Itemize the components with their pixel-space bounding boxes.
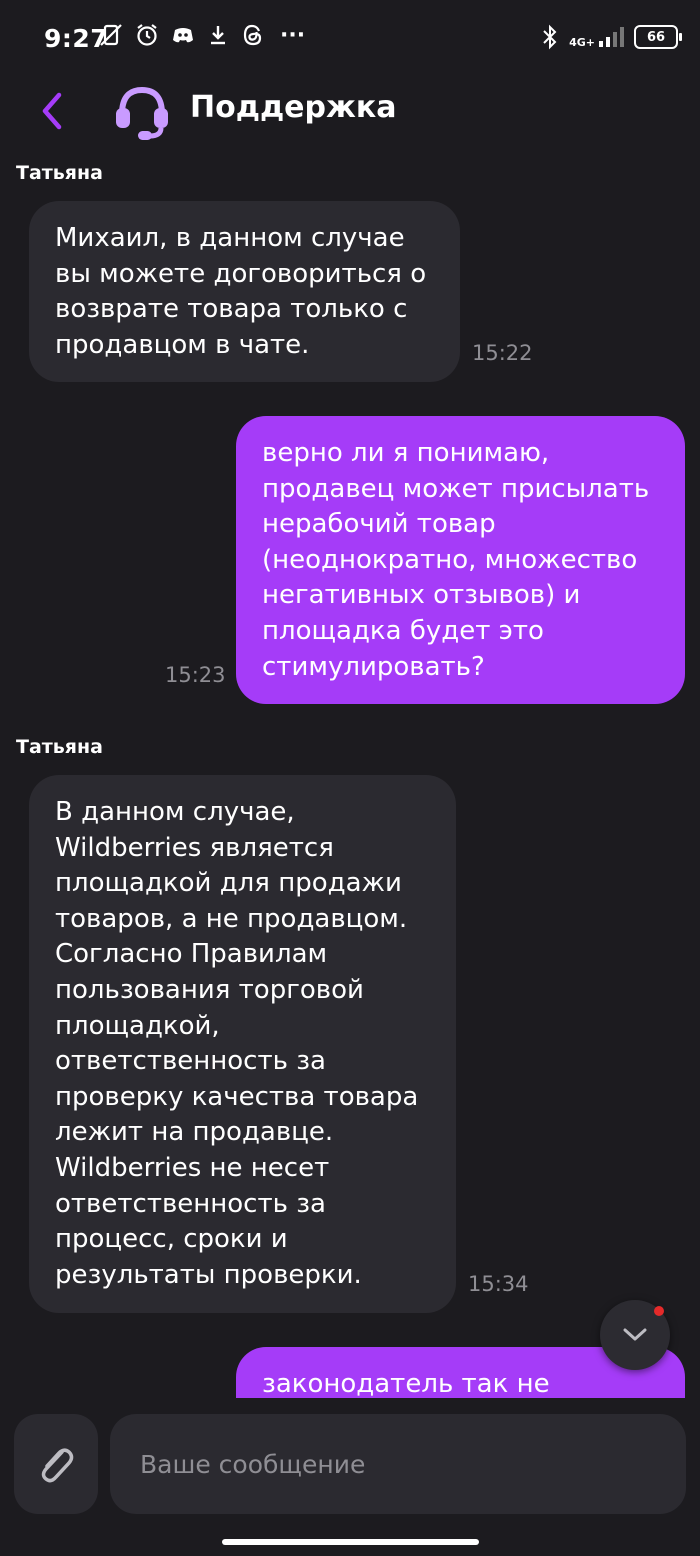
- back-button[interactable]: [30, 84, 74, 138]
- notification-icons: ···: [98, 22, 305, 48]
- threads-icon: [243, 24, 262, 46]
- home-indicator: [222, 1539, 479, 1545]
- alarm-icon: [137, 24, 157, 46]
- more-notifications: ···: [280, 22, 306, 48]
- unread-indicator: [654, 1306, 664, 1316]
- status-bar: 9:27 ··· 4G+ 66: [0, 0, 700, 78]
- paperclip-icon: [41, 1448, 74, 1483]
- message-sender: Татьяна: [16, 736, 103, 758]
- message-list[interactable]: Татьяна Михаил, в данном случае вы может…: [0, 150, 700, 1398]
- scroll-down-button[interactable]: [600, 1300, 670, 1370]
- message-input[interactable]: [110, 1414, 686, 1514]
- system-icons: 4G+ 66: [541, 24, 682, 50]
- message-time: 15:22: [472, 341, 533, 365]
- message-composer: [0, 1398, 700, 1556]
- chevron-down-icon: [623, 1328, 647, 1341]
- message-sender: Татьяна: [16, 162, 103, 184]
- discord-icon: [173, 28, 193, 43]
- battery-level: 66: [646, 29, 666, 45]
- battery-indicator: 66: [634, 25, 682, 49]
- message-time: 15:23: [165, 663, 226, 687]
- chat-header: Поддержка: [0, 78, 700, 144]
- vibrate-off-icon: [100, 24, 122, 46]
- outgoing-message: верно ли я понимаю, продавец может присы…: [236, 416, 685, 704]
- download-icon: [211, 26, 225, 45]
- incoming-message: В данном случае, Wildberries является пл…: [29, 775, 456, 1313]
- message-time: 15:34: [468, 1272, 529, 1296]
- network-type: 4G+: [569, 36, 595, 49]
- attach-button[interactable]: [14, 1414, 98, 1514]
- chevron-left-icon: [42, 92, 62, 130]
- support-avatar: [112, 82, 172, 142]
- cellular-signal: 4G+: [569, 26, 624, 48]
- bluetooth-icon: [543, 24, 557, 50]
- signal-icon: [599, 27, 624, 47]
- incoming-message: Михаил, в данном случае вы можете догово…: [29, 201, 460, 382]
- chat-title: Поддержка: [190, 90, 397, 125]
- headset-icon: [116, 86, 168, 140]
